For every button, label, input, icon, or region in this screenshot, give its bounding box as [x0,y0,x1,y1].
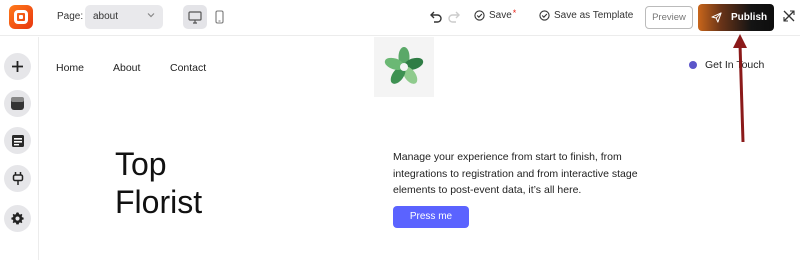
mobile-icon [214,10,224,24]
undo-icon [429,11,442,23]
nav-link-contact[interactable]: Contact [170,62,206,74]
publish-label: Publish [731,12,768,23]
mobile-view-button[interactable] [207,5,231,29]
check-circle-icon [474,10,485,21]
flower-logo-icon [384,47,424,84]
plug-icon [12,172,23,185]
settings-button[interactable] [4,205,31,232]
brand-logo[interactable] [374,37,434,97]
app-logo-icon[interactable] [9,5,33,29]
press-me-button[interactable]: Press me [393,206,469,228]
sections-button[interactable] [4,90,31,117]
get-in-touch-link[interactable]: Get In Touch [689,59,764,71]
integrations-button[interactable] [4,165,31,192]
editor-canvas: Home About Contact Get In Touch Top Flor… [40,37,800,260]
layout-icon [11,97,24,110]
page-select-value: about [93,11,119,22]
save-as-template-button[interactable]: Save as Template [539,10,633,21]
add-element-button[interactable] [4,53,31,80]
top-toolbar: Page: about Save * Save as Template Prev… [0,0,800,36]
bullet-dot [689,61,697,69]
save-button[interactable]: Save * [474,7,517,21]
redo-button[interactable] [446,9,462,25]
desktop-view-button[interactable] [183,5,207,29]
unsaved-marker: * [512,7,517,18]
nav-link-about[interactable]: About [113,62,140,74]
collapse-icon [783,10,795,22]
undo-button[interactable] [427,9,443,25]
templates-button[interactable] [4,127,31,154]
chevron-down-icon [147,11,155,21]
hero-title-line-2: Florist [115,184,203,220]
nav-link-home[interactable]: Home [56,62,84,74]
hero-description[interactable]: Manage your experience from start to fin… [393,149,673,199]
collapse-button[interactable] [782,9,798,25]
save-label: Save [489,10,512,21]
desktop-icon [188,10,202,24]
get-in-touch-label: Get In Touch [705,59,765,71]
preview-button[interactable]: Preview [645,6,693,29]
redo-icon [447,11,460,23]
page-select[interactable]: about [85,5,163,29]
hero-title-line-1: Top [115,146,167,182]
gear-icon [11,212,24,225]
page-label: Page: [57,11,84,22]
publish-button[interactable]: Publish [698,4,774,31]
left-rail [0,37,39,260]
plus-icon [12,61,23,72]
check-circle-icon [539,10,550,21]
save-as-template-label: Save as Template [554,10,634,21]
hero-title[interactable]: Top Florist [115,145,202,221]
paper-plane-icon [711,12,722,23]
article-icon [11,134,24,147]
